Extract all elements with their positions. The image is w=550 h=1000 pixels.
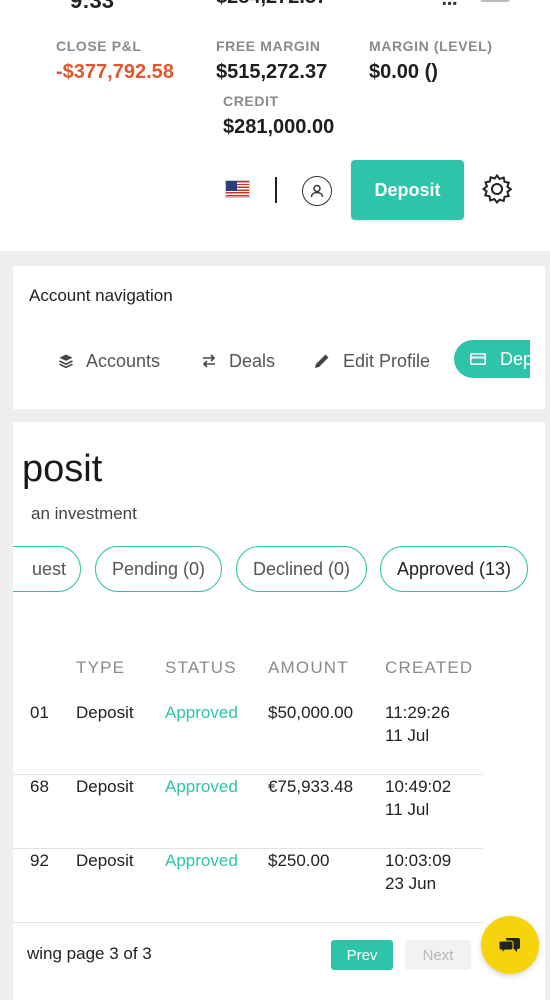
free-margin-label: FREE MARGIN [216,38,321,54]
deposit-button[interactable]: Deposit [351,160,464,220]
card-icon [470,353,486,365]
margin-level-metric: MARGIN (LEVEL) $0.00 () [369,38,493,84]
table-row[interactable]: 68 Deposit Approved €75,933.48 10:49:02 … [13,775,483,849]
prev-page-button[interactable]: Prev [331,940,393,970]
credit-label: CREDIT [223,93,279,109]
battery-icon [480,0,510,2]
cell-status: Approved [165,851,238,870]
scroll-edge [530,336,545,382]
page-title: posit [22,448,103,490]
us-flag-icon[interactable] [225,180,250,198]
cell-type: Deposit [76,777,134,796]
nav-item-deals[interactable]: Deals [201,346,275,376]
free-margin-value: $515,272.37 [216,61,328,83]
cell-amount: $250.00 [268,851,330,870]
nav-item-label: Deals [229,350,276,371]
row-divider [13,922,483,923]
cell-id: 01 [30,703,49,722]
user-icon[interactable] [302,176,332,206]
account-navigation-title: Account navigation [29,286,173,305]
cell-type: Deposit [76,851,134,870]
filter-approved[interactable]: Approved (13) [380,546,528,592]
table-row[interactable]: 01 Deposit Approved $50,000.00 11:29:26 … [13,701,483,775]
cell-status: Approved [165,703,238,722]
filter-pending[interactable]: Pending (0) [95,546,222,592]
column-header-created[interactable]: CREATED [385,658,473,678]
chat-icon [499,938,520,955]
filter-declined[interactable]: Declined (0) [236,546,367,592]
nav-item-edit-profile[interactable]: Edit Profile [313,346,430,376]
nav-item-label: Accounts [86,350,161,371]
margin-level-label: MARGIN (LEVEL) [369,38,493,54]
cell-created-date: 11 Jul [385,726,430,745]
cell-created-time: 11:29:26 [385,703,450,722]
credit-metric: CREDIT $281,000.00 [223,93,334,139]
cell-amount: $50,000.00 [268,703,354,722]
nav-item-accounts[interactable]: Accounts [58,346,160,376]
cell-amount: €75,933.48 [268,777,354,796]
account-navigation-card: Account navigation Accounts Deals Edit P… [13,266,545,409]
page-subtitle: an investment [31,504,137,523]
cell-created-time: 10:49:02 [385,777,452,796]
filter-request[interactable]: uest [13,546,81,592]
close-pl-label: CLOSE P&L [56,38,142,54]
pagination-status: wing page 3 of 3 [27,944,152,963]
cell-created-date: 23 Jun [385,874,437,893]
margin-level-value: $0.00 () [369,61,438,83]
credit-value: $281,000.00 [223,116,335,138]
account-summary-header: 9:33 $284,272.37 ▪▪▪ CLOSE P&L -$377,792… [0,0,550,251]
layers-icon [59,354,73,369]
cell-status: Approved [165,777,238,796]
status-time: 9:33 [70,0,114,10]
close-pl-metric: CLOSE P&L -$377,792.58 [56,38,174,84]
balance-value: $284,272.37 [216,0,327,8]
cell-created-time: 10:03:09 [385,851,452,870]
next-page-button[interactable]: Next [405,940,471,970]
column-header-type[interactable]: TYPE [76,658,125,678]
free-margin-metric: FREE MARGIN $515,272.37 [216,38,327,84]
close-pl-value: -$377,792.58 [56,61,174,83]
nav-item-label: Edit Profile [343,350,431,371]
pencil-icon [315,354,329,368]
column-header-status[interactable]: STATUS [165,658,237,678]
cell-id: 92 [30,851,49,870]
cell-type: Deposit [76,703,134,722]
swap-arrows-icon [202,354,216,368]
chat-button[interactable] [481,916,539,974]
table-row[interactable]: 92 Deposit Approved $250.00 10:03:09 23 … [13,849,483,923]
column-header-amount[interactable]: AMOUNT [268,658,349,678]
divider [275,177,277,203]
cell-id: 68 [30,777,49,796]
cell-created-date: 11 Jul [385,800,430,819]
deposit-card: posit an investment uest Pending (0) Dec… [13,422,545,1000]
gear-icon[interactable] [480,172,514,206]
signal-icon: ▪▪▪ [442,0,458,10]
nav-item-label: Dep [500,348,534,369]
